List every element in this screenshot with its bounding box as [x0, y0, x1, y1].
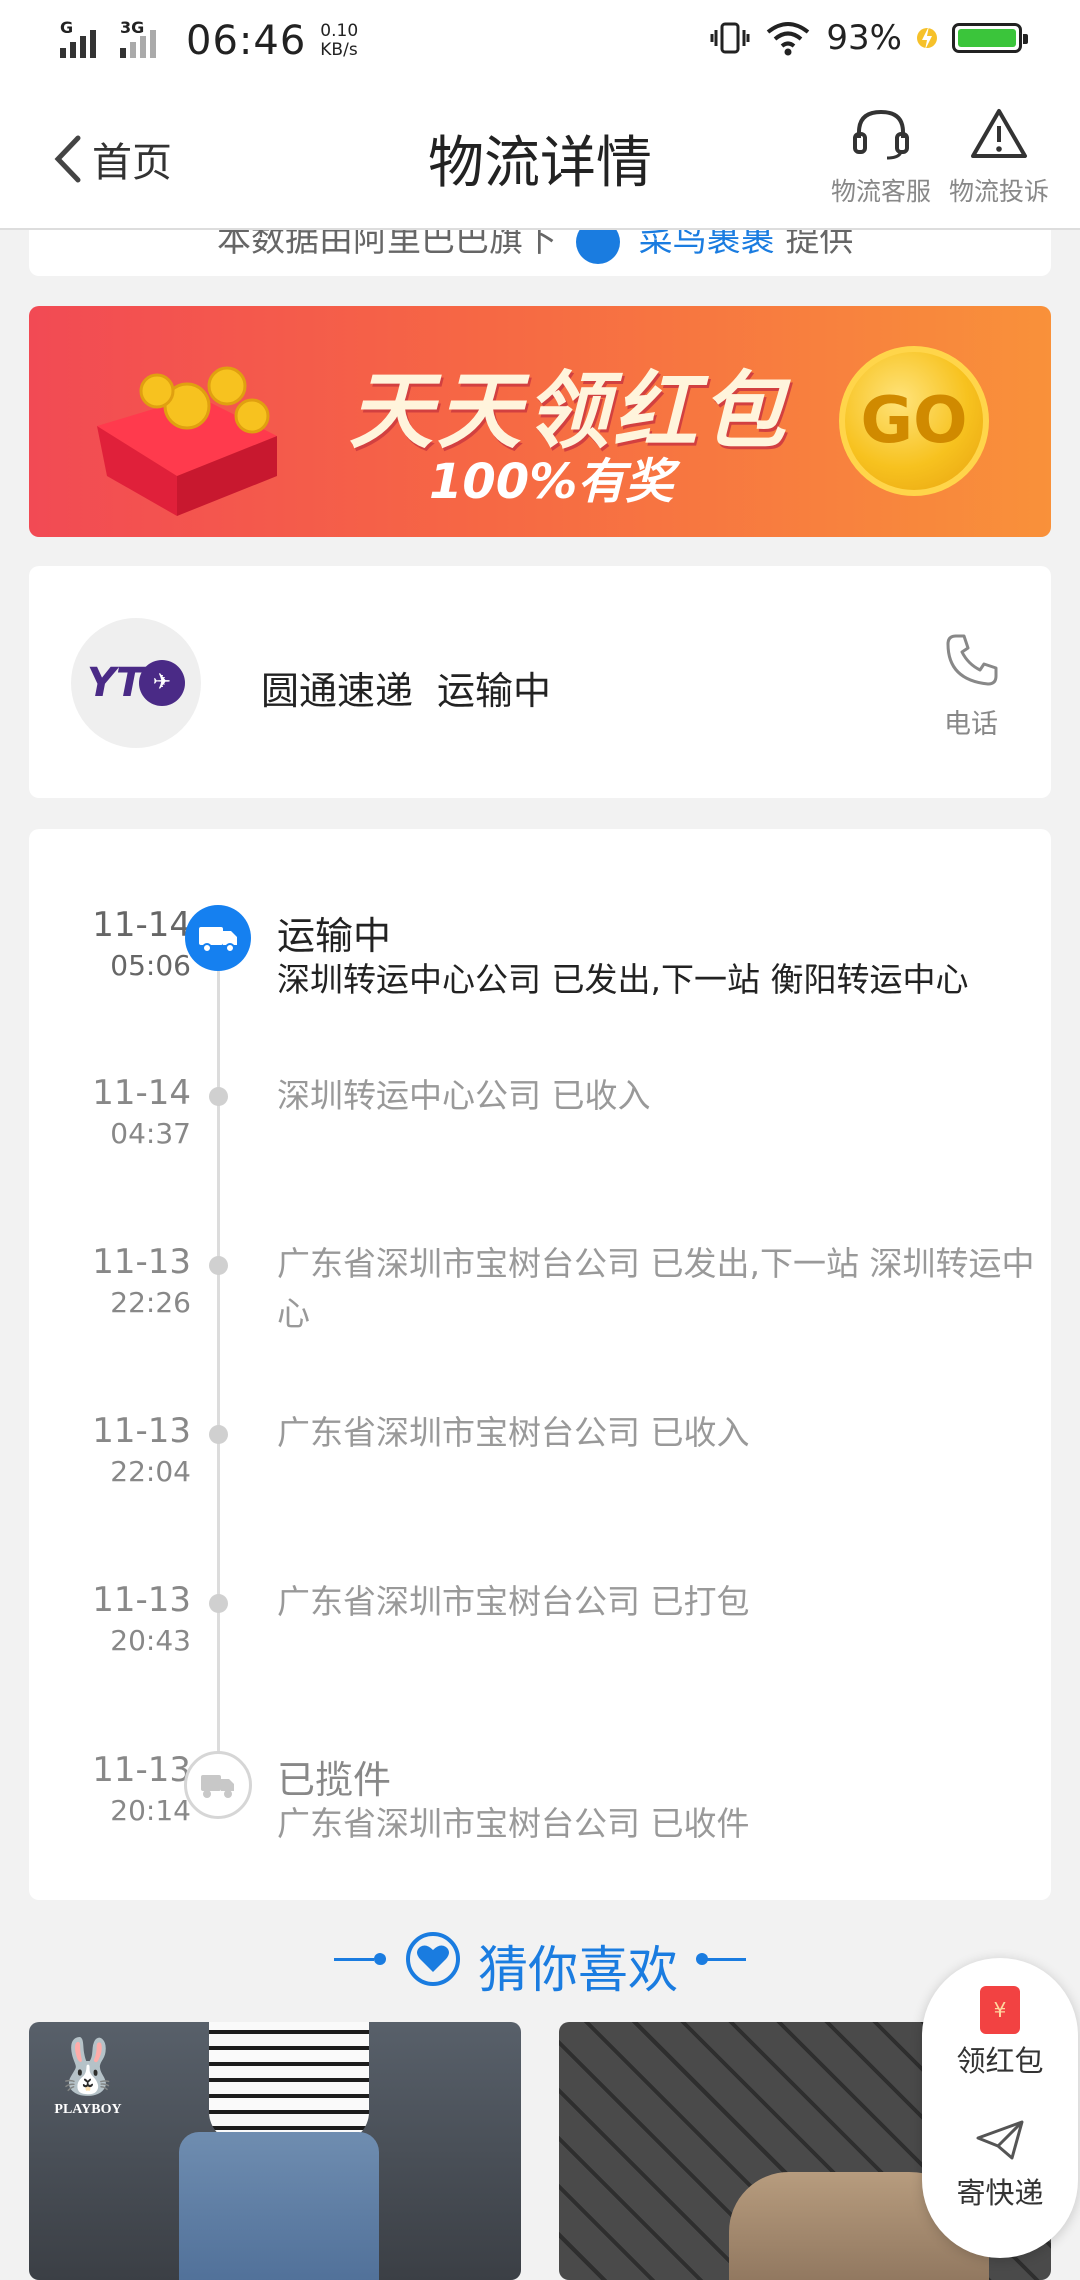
timeline-dot	[209, 1425, 228, 1444]
yto-logo: YT ✈	[71, 618, 201, 748]
headset-icon	[853, 109, 909, 160]
wifi-icon	[767, 22, 810, 56]
warning-icon	[971, 109, 1027, 158]
vibrate-icon	[710, 22, 750, 54]
courier-card: YT ✈ 圆通速递 运输中 电话	[29, 566, 1051, 798]
courier-status-line: 圆通速递 运输中	[261, 660, 551, 715]
recommend-header: 猜你喜欢	[0, 1930, 1080, 1999]
floating-actions: ¥ 领红包 寄快递	[922, 1958, 1078, 2258]
gift-box-icon	[97, 366, 277, 516]
red-envelope-icon: ¥	[980, 1986, 1020, 2034]
pickup-truck-icon	[184, 1751, 252, 1819]
timeline-desc: 深圳转运中心公司 已收入	[277, 1076, 651, 1115]
red-packet-button[interactable]: ¥ 领红包	[922, 1986, 1078, 2080]
timeline-status: 运输中	[277, 914, 392, 958]
timeline-desc: 深圳转运中心公司 已发出,下一站 衡阳转运中心	[277, 960, 969, 999]
playboy-logo: 🐰 PLAYBOY	[54, 2035, 122, 2117]
phone-icon	[946, 634, 998, 686]
net-speed: 0.10 KB/s	[320, 21, 359, 60]
red-packet-banner[interactable]: 天天领红包 100%有奖 GO	[29, 306, 1051, 537]
banner-subline: 100%有奖	[429, 454, 674, 510]
send-express-button[interactable]: 寄快递	[922, 2118, 1078, 2212]
truck-icon	[185, 905, 251, 971]
battery-percent: 93%	[826, 18, 902, 58]
timeline-desc: 广东省深圳市宝树台公司 已打包	[277, 1582, 750, 1621]
timeline-desc: 广东省深圳市宝树台公司 已收件	[277, 1804, 750, 1843]
nav-header: 首页 物流详情 物流客服 物流投诉	[0, 84, 1080, 230]
timeline-dot	[209, 1594, 228, 1613]
timeline-desc: 广东省深圳市宝树台公司 已发出,下一站 深圳转运中心	[277, 1244, 1035, 1333]
status-bar: G 3G 06:46 0.10 KB/s 93%	[0, 0, 1080, 84]
timeline-dot	[209, 1256, 228, 1275]
recommend-title: 猜你喜欢	[478, 1941, 678, 1999]
logistics-complaint-button[interactable]: 物流投诉	[934, 106, 1064, 208]
timeline-status: 已揽件	[277, 1758, 392, 1802]
paper-plane-icon	[976, 2120, 1024, 2160]
charging-icon	[917, 26, 937, 50]
clock: 06:46	[186, 18, 307, 64]
logistics-service-button[interactable]: 物流客服	[816, 106, 946, 208]
cell-signal-icon: G	[58, 18, 108, 60]
shipment-status: 运输中	[437, 669, 552, 713]
battery-icon	[952, 23, 1028, 53]
courier-company: 圆通速递	[261, 669, 414, 713]
go-button[interactable]: GO	[839, 346, 989, 496]
timeline-line	[217, 939, 220, 1809]
timeline-dot	[209, 1087, 228, 1106]
timeline-desc: 广东省深圳市宝树台公司 已收入	[277, 1413, 750, 1452]
cell-signal-3g-icon: 3G	[118, 18, 168, 60]
tracking-timeline: 11-14 05:06 运输中 深圳转运中心公司 已发出,下一站 衡阳转运中心 …	[29, 829, 1051, 1900]
product-card[interactable]: 🐰 PLAYBOY	[29, 2022, 521, 2280]
call-courier-button[interactable]: 电话	[931, 632, 1011, 741]
heart-icon	[406, 1932, 460, 1986]
